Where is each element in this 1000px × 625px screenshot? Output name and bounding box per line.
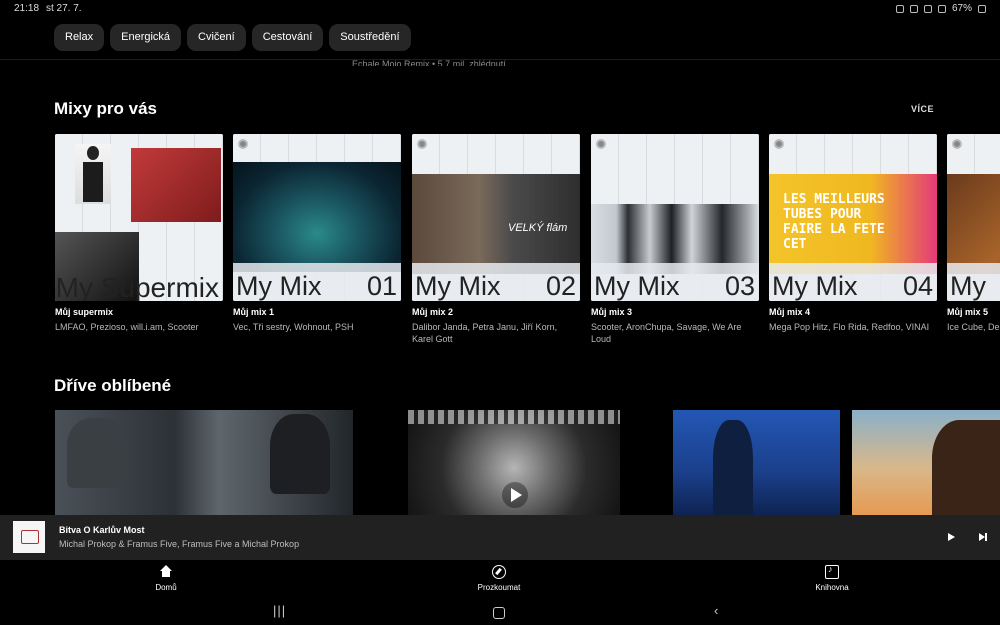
mix-artwork: My Supermix xyxy=(55,134,223,301)
wifi-icon xyxy=(923,4,932,13)
battery-level: 67% xyxy=(951,3,972,14)
mix-art-number: 04 xyxy=(902,271,933,301)
nav-home[interactable]: Domů xyxy=(126,565,206,592)
back-icon[interactable]: ‹ xyxy=(714,603,718,618)
nav-explore-label: Prozkoumat xyxy=(477,583,521,592)
artwork-photo xyxy=(947,174,1000,274)
mix-badge-icon xyxy=(238,139,248,149)
mix-art-title: My Mix xyxy=(415,271,501,301)
video-thumbnail[interactable] xyxy=(852,410,1000,515)
mix-art-title: My xyxy=(950,271,986,301)
mix-art-number: 03 xyxy=(724,271,755,301)
system-home-icon[interactable] xyxy=(493,607,505,619)
mix-art-number: 01 xyxy=(366,271,397,301)
recents-icon[interactable]: ||| xyxy=(273,603,286,618)
mix-artists: LMFAO, Prezioso, will.i.am, Scooter xyxy=(55,322,199,332)
mix-artwork: My Mix 03 xyxy=(591,134,759,301)
date: st 27. 7. xyxy=(46,3,82,14)
more-button[interactable]: VÍCE xyxy=(911,104,934,114)
section-title-previously-liked: Dříve oblíbené xyxy=(54,376,172,395)
chip-relax[interactable]: Relax xyxy=(54,24,105,51)
nav-home-label: Domů xyxy=(155,583,177,592)
home-icon xyxy=(159,565,173,579)
artwork-photo xyxy=(233,162,401,272)
mix-badge-icon xyxy=(417,139,427,149)
artist-photo xyxy=(131,148,221,222)
nav-explore[interactable]: Prozkoumat xyxy=(459,565,539,592)
video-thumbnail[interactable] xyxy=(673,410,840,515)
mix-artists: Dalibor Janda, Petra Janu, Jiří Korn, Ka… xyxy=(412,322,558,344)
artwork-caption: LES MEILLEURS TUBES POUR FAIRE LA FETE C… xyxy=(783,192,885,252)
mix-art-title: My Mix xyxy=(236,271,322,301)
mini-player[interactable]: Bitva O Karlův Most Michal Prokop & Fram… xyxy=(0,515,1000,560)
mix-artwork: My xyxy=(947,134,1000,301)
mix-card-supermix[interactable]: My Supermix Můj supermix LMFAO, Prezioso… xyxy=(55,134,223,333)
play-icon[interactable] xyxy=(502,482,528,508)
video-thumbnail[interactable] xyxy=(55,410,353,515)
nav-library-label: Knihovna xyxy=(815,583,849,592)
mix-badge-icon xyxy=(952,139,962,149)
compass-icon xyxy=(492,565,506,579)
now-playing-title: Bitva O Karlův Most xyxy=(59,525,145,535)
mix-artwork: My Mix 01 xyxy=(233,134,401,301)
mix-artwork: VELKÝ flám My Mix 02 xyxy=(412,134,580,301)
mix-card-1[interactable]: My Mix 01 Můj mix 1 Vec, Tři sestry, Woh… xyxy=(233,134,401,333)
system-navigation: ||| ‹ xyxy=(0,600,1000,625)
artwork-caption: VELKÝ flám xyxy=(508,222,568,234)
thumbnail-person xyxy=(67,418,127,488)
skip-next-icon[interactable] xyxy=(977,531,989,543)
mix-title: Můj mix 2 xyxy=(412,307,454,317)
mix-card-3[interactable]: My Mix 03 Můj mix 3 Scooter, AronChupa, … xyxy=(591,134,759,345)
mix-title: Můj mix 4 xyxy=(769,307,811,317)
notification-icon xyxy=(895,4,904,13)
mix-artists: Vec, Tři sestry, Wohnout, PSH xyxy=(233,322,354,332)
mood-chips: Relax Energická Cvičení Cestování Soustř… xyxy=(54,24,411,51)
chip-focus[interactable]: Soustředění xyxy=(329,24,411,51)
mixes-carousel[interactable]: My Supermix Můj supermix LMFAO, Prezioso… xyxy=(55,134,1000,354)
section-title-mixes: Mixy pro vás xyxy=(54,99,157,118)
mix-artists: Ice Cube, De Hill, Control I xyxy=(947,322,1000,332)
mix-badge-icon xyxy=(774,139,784,149)
mix-title: Můj supermix xyxy=(55,307,114,317)
mix-badge-icon xyxy=(596,139,606,149)
library-icon xyxy=(825,564,839,579)
play-icon[interactable] xyxy=(946,531,958,543)
mix-title: Můj mix 1 xyxy=(233,307,275,317)
mix-artists: Scooter, AronChupa, Savage, We Are Loud xyxy=(591,322,742,344)
thumbnail-lettering xyxy=(408,410,620,424)
mix-art-title: My Mix xyxy=(772,271,858,301)
clock: 21:18 xyxy=(14,3,40,14)
signal-icon xyxy=(937,4,946,13)
mix-title: Můj mix 5 xyxy=(947,307,989,317)
chip-energetic[interactable]: Energická xyxy=(110,24,182,51)
chip-workout[interactable]: Cvičení xyxy=(187,24,246,51)
video-thumbnail[interactable] xyxy=(408,410,620,515)
artist-photo xyxy=(75,144,111,204)
mix-artwork: LES MEILLEURS TUBES POUR FAIRE LA FETE C… xyxy=(769,134,937,301)
partial-previous-item-subtitle: Echale Mojo Remix • 5,7 mil. zhlédnutí xyxy=(352,59,506,66)
chip-travel[interactable]: Cestování xyxy=(251,24,324,51)
now-playing-artist: Michal Prokop & Framus Five, Framus Five… xyxy=(59,539,300,549)
mix-art-number: 02 xyxy=(545,271,576,301)
status-icons: 67% xyxy=(895,3,986,14)
mix-card-2[interactable]: VELKÝ flám My Mix 02 Můj mix 2 Dalibor J… xyxy=(412,134,580,345)
status-bar: 21:18 st 27. 7. 67% xyxy=(0,0,1000,18)
nav-library[interactable]: Knihovna xyxy=(792,564,872,592)
mix-card-5[interactable]: My Můj mix 5 Ice Cube, De Hill, Control … xyxy=(947,134,1000,333)
thumbnail-person xyxy=(270,414,330,494)
previously-liked-carousel[interactable] xyxy=(0,410,1000,515)
battery-icon xyxy=(978,4,986,13)
mix-card-4[interactable]: LES MEILLEURS TUBES POUR FAIRE LA FETE C… xyxy=(769,134,937,333)
bottom-navigation: Domů Prozkoumat Knihovna xyxy=(0,560,1000,600)
mix-artists: Mega Pop Hitz, Flo Rida, Redfoo, VINAI xyxy=(769,322,930,332)
thumbnail-person xyxy=(713,420,753,515)
mix-title: Můj mix 3 xyxy=(591,307,633,317)
mix-art-title: My Mix xyxy=(594,271,680,301)
mute-icon xyxy=(909,4,918,13)
now-playing-artwork[interactable] xyxy=(13,521,45,553)
thumbnail-person xyxy=(932,420,1000,515)
mix-art-title: My Supermix xyxy=(55,272,219,302)
